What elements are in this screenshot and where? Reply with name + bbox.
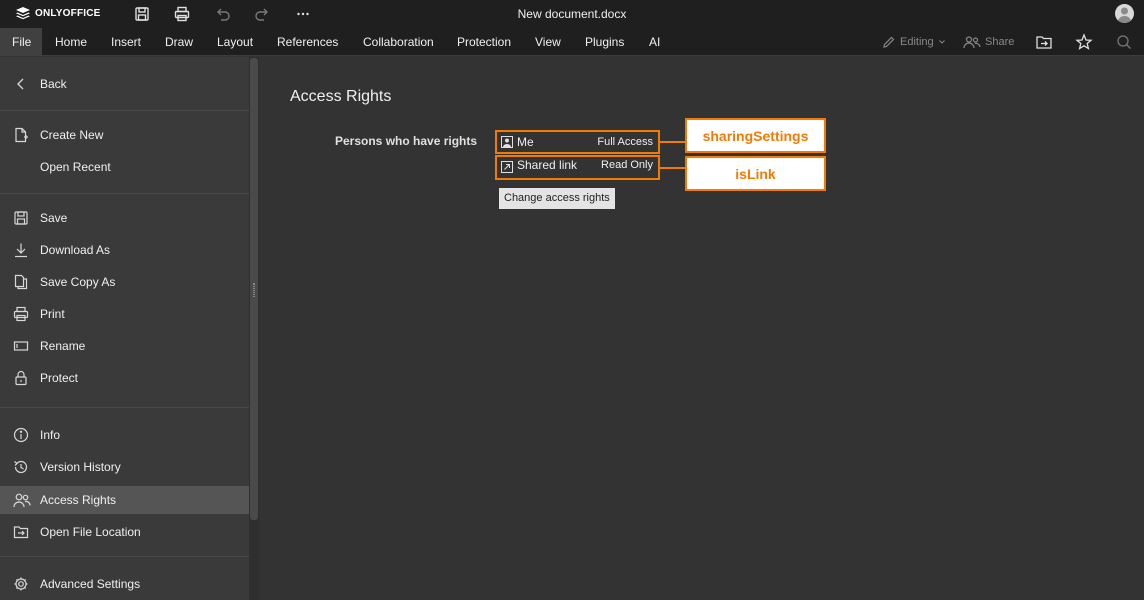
access-row-level: Full Access xyxy=(597,136,653,148)
divider xyxy=(0,556,249,557)
sidebar-item-print[interactable]: Print xyxy=(0,300,249,328)
access-row-name: Me xyxy=(517,135,534,149)
sidebar-item-open-file-location[interactable]: Open File Location xyxy=(0,518,249,546)
lock-icon xyxy=(15,370,27,386)
divider xyxy=(0,407,249,408)
users-icon xyxy=(963,36,981,49)
divider xyxy=(0,110,249,111)
tab-view[interactable]: View xyxy=(531,28,565,56)
sidebar-item-version-history[interactable]: Version History xyxy=(0,453,249,481)
sidebar-item-label: Save xyxy=(40,211,68,225)
document-title: New document.docx xyxy=(517,7,627,21)
callout-connector xyxy=(660,167,686,169)
sidebar-item-label: Open File Location xyxy=(40,525,141,539)
sidebar-item-protect[interactable]: Protect xyxy=(0,364,249,392)
avatar[interactable] xyxy=(1115,4,1134,23)
user-icon xyxy=(501,136,513,148)
tab-layout[interactable]: Layout xyxy=(213,28,257,56)
download-icon xyxy=(15,243,27,258)
sidebar-item-back[interactable]: Back xyxy=(0,70,249,98)
access-row-level: Read Only xyxy=(601,159,653,171)
callout-sharing-settings: sharingSettings xyxy=(685,118,826,153)
divider xyxy=(0,193,249,194)
users-icon xyxy=(13,493,31,508)
folder-open-icon xyxy=(13,526,29,539)
callout-connector xyxy=(660,141,686,143)
editing-mode-button[interactable]: Editing xyxy=(882,28,946,56)
gear-icon xyxy=(14,577,28,591)
info-icon xyxy=(13,427,29,443)
access-row-me: Me Full Access xyxy=(495,130,660,154)
sidebar-item-label: Version History xyxy=(40,460,121,474)
rename-icon xyxy=(13,341,29,351)
sidebar-item-create-new[interactable]: Create New xyxy=(0,121,249,149)
chevron-left-icon xyxy=(17,78,24,90)
callout-is-link: isLink xyxy=(685,156,826,191)
tab-ai[interactable]: AI xyxy=(645,28,664,56)
sidebar-item-label: Advanced Settings xyxy=(40,577,141,591)
sidebar-resize-handle[interactable] xyxy=(253,283,255,297)
print-icon xyxy=(13,306,29,322)
sidebar-item-rename[interactable]: Rename xyxy=(0,332,249,360)
access-row-shared-link: Shared link Read Only xyxy=(495,155,660,180)
sidebar-item-label: Info xyxy=(40,428,61,442)
sidebar-item-save-copy-as[interactable]: Save Copy As xyxy=(0,268,249,296)
sidebar-item-label: Open Recent xyxy=(40,160,111,174)
file-menu-sidebar: Back Create New Open Recent Save Downloa… xyxy=(0,57,249,600)
sidebar-item-label: Rename xyxy=(40,339,86,353)
sidebar-item-save[interactable]: Save xyxy=(0,204,249,232)
search-icon[interactable] xyxy=(1115,33,1133,51)
sidebar-item-label: Access Rights xyxy=(40,493,117,507)
sidebar-item-access-rights[interactable]: Access Rights xyxy=(0,486,249,514)
share-label: Share xyxy=(985,36,1015,48)
open-location-icon[interactable] xyxy=(1035,33,1053,51)
tab-home[interactable]: Home xyxy=(51,28,91,56)
sidebar-item-label: Save Copy As xyxy=(40,275,116,289)
tab-file[interactable]: File xyxy=(0,28,42,56)
tab-references[interactable]: References xyxy=(273,28,342,56)
sidebar-item-download-as[interactable]: Download As xyxy=(0,236,249,264)
page-title: Access Rights xyxy=(290,88,392,105)
tab-protection[interactable]: Protection xyxy=(453,28,515,56)
sidebar-item-label: Protect xyxy=(40,371,79,385)
pencil-icon xyxy=(883,36,895,48)
copy-icon xyxy=(14,274,28,290)
persons-label: Persons who have rights xyxy=(335,134,478,148)
sidebar-item-label: Create New xyxy=(40,128,104,142)
sidebar-item-label: Download As xyxy=(40,243,111,257)
sidebar-item-label: Print xyxy=(40,307,65,321)
menu-bar: File Home Insert Draw Layout References … xyxy=(0,28,1144,56)
history-icon xyxy=(14,460,28,474)
sidebar-item-open-recent[interactable]: Open Recent xyxy=(0,153,249,181)
sidebar-item-advanced-settings[interactable]: Advanced Settings xyxy=(0,570,249,598)
tab-collaboration[interactable]: Collaboration xyxy=(359,28,438,56)
star-icon[interactable] xyxy=(1075,33,1093,51)
save-icon xyxy=(14,211,28,225)
access-row-name: Shared link xyxy=(517,158,578,172)
chevron-down-icon xyxy=(938,40,945,44)
title-bar: ONLYOFFICE New document.docx xyxy=(0,0,1144,28)
tab-draw[interactable]: Draw xyxy=(161,28,197,56)
share-button[interactable]: Share xyxy=(963,28,1014,56)
sidebar-item-label: Back xyxy=(40,77,67,91)
change-access-rights-button[interactable]: Change access rights xyxy=(499,188,615,209)
sidebar-item-info[interactable]: Info xyxy=(0,421,249,449)
new-document-icon xyxy=(15,127,28,143)
tab-plugins[interactable]: Plugins xyxy=(581,28,628,56)
link-icon xyxy=(501,161,513,173)
editing-label: Editing xyxy=(900,36,934,48)
tab-insert[interactable]: Insert xyxy=(107,28,145,56)
